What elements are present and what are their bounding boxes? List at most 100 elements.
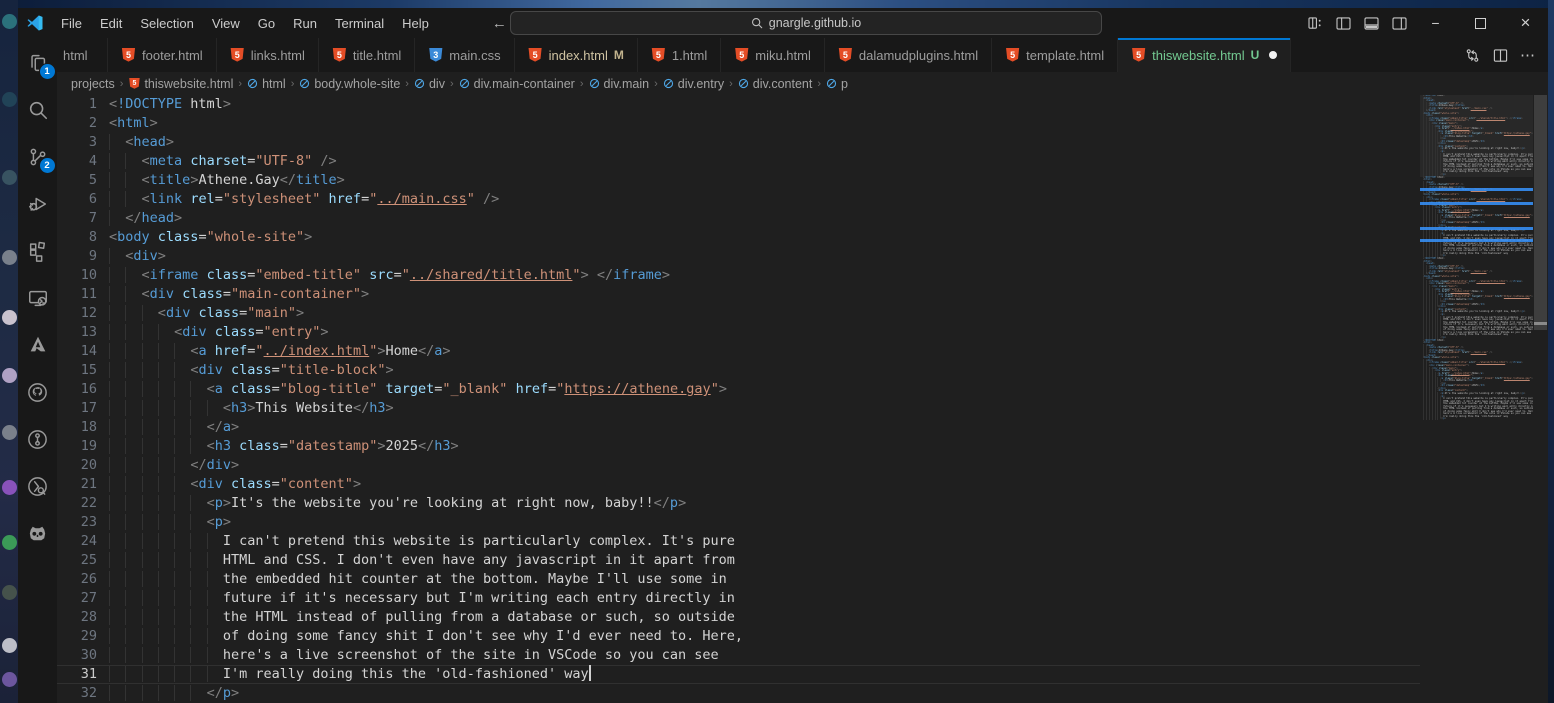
activity-github-icon[interactable]	[25, 379, 51, 405]
code-line[interactable]: 23 <p>	[57, 513, 1420, 532]
minimap[interactable]: <!DOCTYPE html> <html> <head> <meta char…	[1420, 95, 1533, 703]
code-line[interactable]: 24 I can't pretend this website is parti…	[57, 532, 1420, 551]
activity-source-control-icon[interactable]: 2	[25, 144, 51, 170]
close-button[interactable]: ×	[1503, 8, 1548, 38]
menu-selection[interactable]: Selection	[131, 13, 202, 34]
breadcrumb-item-div[interactable]: div	[414, 77, 445, 91]
maximize-button[interactable]	[1458, 8, 1503, 38]
tab-thiswebsite-html[interactable]: 5thiswebsite.htmlU	[1118, 38, 1291, 72]
line-number: 12	[57, 304, 97, 323]
code-line[interactable]: 2<html>	[57, 114, 1420, 133]
activity-remote-explorer-icon[interactable]	[25, 285, 51, 311]
code-line[interactable]: 1<!DOCTYPE html>	[57, 95, 1420, 114]
code-line[interactable]: 25 HTML and CSS. I don't even have any j…	[57, 551, 1420, 570]
code-line[interactable]: 10 <iframe class="embed-title" src="../s…	[57, 266, 1420, 285]
activity-explorer-icon[interactable]: 1	[25, 50, 51, 76]
more-actions-icon[interactable]: ⋯	[1516, 43, 1540, 67]
line-number: 25	[57, 551, 97, 570]
toggle-secondary-sidebar-icon[interactable]	[1385, 10, 1413, 36]
activity-extensions-icon[interactable]	[25, 238, 51, 264]
breadcrumb-item-body-whole-site[interactable]: body.whole-site	[299, 77, 400, 91]
html5-file-icon: 5	[230, 48, 245, 63]
code-line[interactable]: 32 </p>	[57, 684, 1420, 703]
minimize-button[interactable]: −	[1413, 8, 1458, 38]
code-line[interactable]: 30 here's a live screenshot of the site …	[57, 646, 1420, 665]
menu-edit[interactable]: Edit	[91, 13, 131, 34]
tab-title-html[interactable]: 5title.html	[319, 38, 415, 72]
tab-main-css[interactable]: 3main.css	[415, 38, 514, 72]
code-line[interactable]: 27 future if it's necessary but I'm writ…	[57, 589, 1420, 608]
back-arrow-icon[interactable]: ←	[492, 15, 507, 32]
tab-miku-html[interactable]: 5miku.html	[721, 38, 825, 72]
menu-go[interactable]: Go	[249, 13, 284, 34]
activity-bar: 12	[18, 38, 57, 703]
code-line[interactable]: 7 </head>	[57, 209, 1420, 228]
vertical-scrollbar[interactable]	[1533, 95, 1548, 703]
breadcrumb-item-div-entry[interactable]: div.entry	[663, 77, 724, 91]
tab-html[interactable]: html	[57, 38, 108, 72]
code-line[interactable]: 17 <h3>This Website</h3>	[57, 399, 1420, 418]
code-line[interactable]: 28 the HTML instead of pulling from a da…	[57, 608, 1420, 627]
activity-search-icon[interactable]	[25, 97, 51, 123]
toggle-primary-sidebar-icon[interactable]	[1329, 10, 1357, 36]
code-line[interactable]: 6 <link rel="stylesheet" href="../main.c…	[57, 190, 1420, 209]
code-line[interactable]: 3 <head>	[57, 133, 1420, 152]
menu-run[interactable]: Run	[284, 13, 326, 34]
menu-terminal[interactable]: Terminal	[326, 13, 393, 34]
code-line[interactable]: 11 <div class="main-container">	[57, 285, 1420, 304]
code-line[interactable]: 15 <div class="title-block">	[57, 361, 1420, 380]
unsaved-dot-icon[interactable]	[1269, 51, 1277, 59]
code-line[interactable]: 8<body class="whole-site">	[57, 228, 1420, 247]
breadcrumb-item-thiswebsite-html[interactable]: 5thiswebsite.html	[128, 77, 233, 91]
code-line[interactable]: 5 <title>Athene.Gay</title>	[57, 171, 1420, 190]
code-line[interactable]: 20 </div>	[57, 456, 1420, 475]
menu-help[interactable]: Help	[393, 13, 438, 34]
activity-azure-icon[interactable]	[25, 332, 51, 358]
tab-footer-html[interactable]: 5footer.html	[108, 38, 217, 72]
activity-godot-tools-icon[interactable]	[25, 520, 51, 546]
code-line[interactable]: 16 <a class="blog-title" target="_blank"…	[57, 380, 1420, 399]
code-line[interactable]: 22 <p>It's the website you're looking at…	[57, 494, 1420, 513]
code-line[interactable]: 4 <meta charset="UTF-8" />	[57, 152, 1420, 171]
code-line[interactable]: 21 <div class="content">	[57, 475, 1420, 494]
code-line[interactable]: 13 <div class="entry">	[57, 323, 1420, 342]
toggle-panel-icon[interactable]	[1357, 10, 1385, 36]
symbol-icon	[738, 78, 749, 89]
breadcrumb-item-div-main[interactable]: div.main	[589, 77, 650, 91]
code-line[interactable]: 31 I'm really doing this the 'old-fashio…	[57, 665, 1420, 684]
breadcrumb-item-div-content[interactable]: div.content	[738, 77, 813, 91]
tab-index-html[interactable]: 5index.htmlM	[515, 38, 638, 72]
tab-1-html[interactable]: 51.html	[638, 38, 721, 72]
tab-dalamudplugins-html[interactable]: 5dalamudplugins.html	[825, 38, 992, 72]
tab-template-html[interactable]: 5template.html	[992, 38, 1118, 72]
breadcrumb-item-projects[interactable]: projects	[71, 77, 115, 91]
line-number: 4	[57, 152, 97, 171]
code-line[interactable]: 19 <h3 class="datestamp">2025</h3>	[57, 437, 1420, 456]
code-line[interactable]: 14 <a href="../index.html">Home</a>	[57, 342, 1420, 361]
activity-run-debug-icon[interactable]	[25, 191, 51, 217]
css3-file-icon: 3	[428, 48, 443, 63]
open-changes-icon[interactable]	[1460, 43, 1484, 67]
tab-label: thiswebsite.html	[1152, 48, 1244, 63]
customize-layout-icon[interactable]	[1301, 10, 1329, 36]
line-number: 7	[57, 209, 97, 228]
code-line[interactable]: 29 of doing some fancy shit I don't see …	[57, 627, 1420, 646]
menu-file[interactable]: File	[52, 13, 91, 34]
breadcrumb-item-div-main-container[interactable]: div.main-container	[459, 77, 575, 91]
activity-gitlens-inspect-icon[interactable]	[25, 473, 51, 499]
activity-gitlens-icon[interactable]	[25, 426, 51, 452]
code-line[interactable]: 26 the embedded hit counter at the botto…	[57, 570, 1420, 589]
breadcrumb-label: div	[429, 77, 445, 91]
menu-view[interactable]: View	[203, 13, 249, 34]
command-center[interactable]: gnargle.github.io	[510, 11, 1102, 35]
scrollbar-slider[interactable]	[1534, 95, 1547, 330]
code-line[interactable]: 9 <div>	[57, 247, 1420, 266]
code-area[interactable]: 1<!DOCTYPE html>2<html>3 <head>4 <meta c…	[57, 95, 1420, 703]
code-line[interactable]: 12 <div class="main">	[57, 304, 1420, 323]
breadcrumb-item-p[interactable]: p	[826, 77, 848, 91]
tab-links-html[interactable]: 5links.html	[217, 38, 319, 72]
line-number: 27	[57, 589, 97, 608]
code-line[interactable]: 18 </a>	[57, 418, 1420, 437]
breadcrumb-item-html[interactable]: html	[247, 77, 286, 91]
split-editor-icon[interactable]	[1488, 43, 1512, 67]
